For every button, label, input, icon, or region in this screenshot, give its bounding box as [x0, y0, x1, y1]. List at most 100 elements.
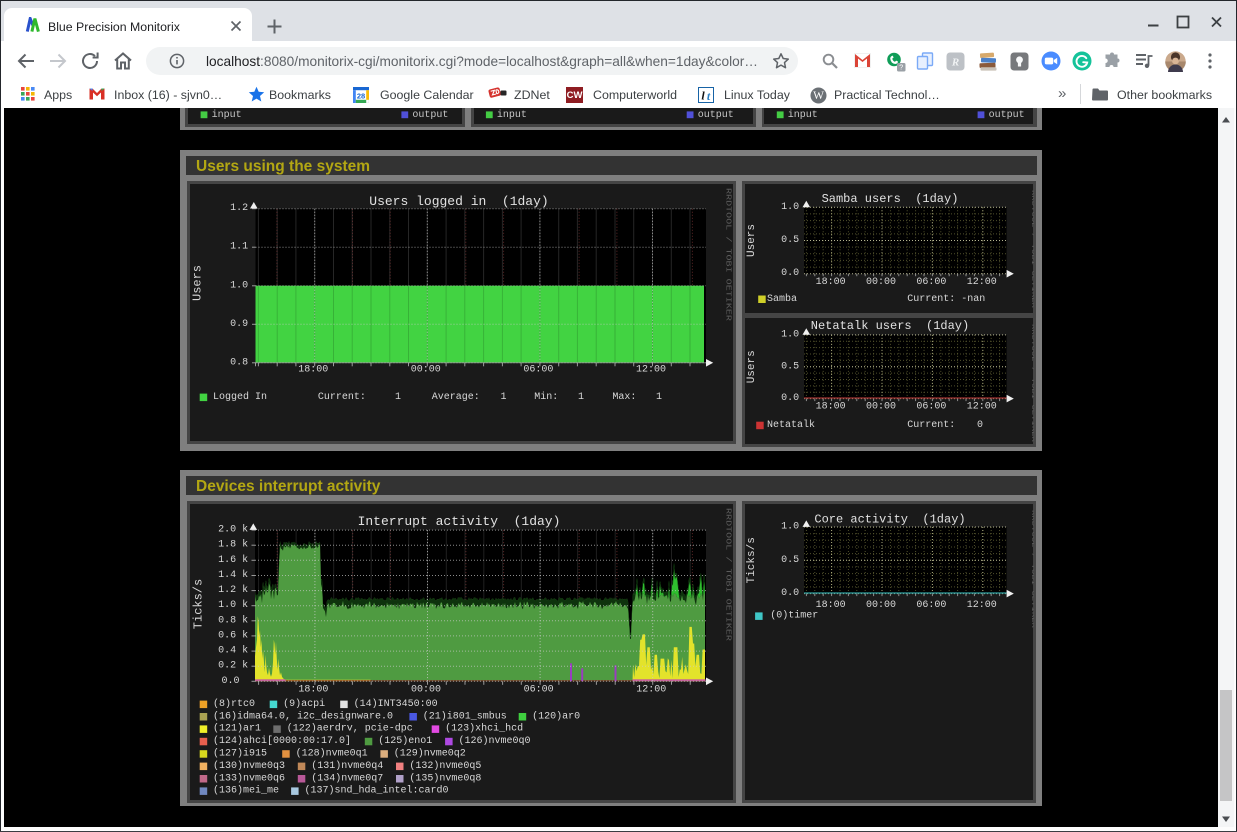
svg-text:Core activity (1day): Core activity (1day)	[815, 512, 966, 526]
svg-text:0.0: 0.0	[781, 588, 799, 599]
svg-text:(137)snd_hda_intel:card0: (137)snd_hda_intel:card0	[304, 784, 448, 796]
svg-text:Min:: Min:	[534, 390, 558, 402]
svg-text:18:00: 18:00	[816, 277, 846, 288]
svg-text:(127)i915: (127)i915	[213, 747, 267, 759]
svg-text:Users: Users	[190, 264, 204, 300]
svg-text:0.5: 0.5	[781, 554, 799, 565]
svg-text:Users: Users	[746, 350, 758, 383]
svg-text:Current:: Current:	[317, 391, 365, 402]
svg-text:18:00: 18:00	[816, 401, 846, 412]
svg-text:06:00: 06:00	[523, 364, 553, 375]
svg-text:(131)nvme0q4: (131)nvme0q4	[311, 759, 383, 771]
svg-text:1: 1	[500, 391, 506, 402]
svg-text:18:00: 18:00	[298, 364, 328, 375]
svg-text:1.0: 1.0	[781, 521, 799, 532]
svg-text:Logged In: Logged In	[213, 390, 267, 402]
svg-text:1.0: 1.0	[230, 280, 248, 291]
svg-text:(124)ahci[0000:00:17.0]: (124)ahci[0000:00:17.0]	[213, 735, 351, 747]
svg-text:Netatalk: Netatalk	[767, 419, 815, 431]
svg-text:12:00: 12:00	[636, 684, 666, 695]
svg-text:1.6 k: 1.6 k	[218, 553, 248, 565]
svg-text:12:00: 12:00	[635, 364, 665, 375]
svg-text:(14)INT3450:00: (14)INT3450:00	[353, 697, 437, 709]
svg-text:00:00: 00:00	[866, 277, 896, 288]
svg-text:(122)aerdrv, pcie-dpc: (122)aerdrv, pcie-dpc	[286, 722, 412, 734]
svg-text:RRDTOOL / TOBI OETIKER: RRDTOOL / TOBI OETIKER	[723, 508, 731, 642]
svg-text:0.8 k: 0.8 k	[218, 614, 248, 626]
svg-text:0.9: 0.9	[230, 318, 248, 329]
svg-text:RRDTOOL / TOBI OETIKER: RRDTOOL / TOBI OETIKER	[1029, 510, 1034, 629]
svg-text:Current: -nan: Current: -nan	[907, 293, 985, 304]
svg-text:0.0: 0.0	[221, 675, 239, 686]
svg-text:(130)nvme0q3: (130)nvme0q3	[213, 759, 285, 771]
svg-text:18:00: 18:00	[816, 599, 846, 610]
svg-text:1: 1	[655, 391, 661, 402]
svg-text:18:00: 18:00	[298, 684, 328, 695]
svg-text:Current:: Current:	[907, 420, 955, 431]
svg-text:0.5: 0.5	[781, 361, 799, 372]
svg-text:(123)xhci_hcd: (123)xhci_hcd	[445, 722, 523, 734]
svg-text:(120)ar0: (120)ar0	[532, 710, 580, 722]
svg-text:1: 1	[577, 391, 583, 402]
svg-text:0.2 k: 0.2 k	[218, 659, 248, 671]
svg-text:06:00: 06:00	[917, 599, 947, 610]
svg-text:1.2: 1.2	[230, 203, 248, 214]
svg-text:06:00: 06:00	[917, 277, 947, 288]
svg-text:00:00: 00:00	[410, 684, 440, 695]
svg-text:(136)mei_me: (136)mei_me	[213, 784, 279, 796]
svg-text:1.8 k: 1.8 k	[218, 538, 248, 550]
svg-text:CW: CW	[567, 90, 583, 101]
svg-text:(121)ar1: (121)ar1	[213, 722, 261, 734]
svg-text:06:00: 06:00	[917, 401, 947, 412]
svg-text:0.4 k: 0.4 k	[218, 644, 248, 656]
svg-text:1: 1	[394, 391, 400, 402]
svg-text:Users: Users	[746, 223, 758, 256]
svg-text:(0)timer: (0)timer	[771, 609, 819, 621]
svg-text:Average:: Average:	[431, 391, 479, 402]
svg-text:(125)eno1: (125)eno1	[378, 735, 432, 747]
svg-text:output: output	[412, 110, 448, 121]
svg-text:(126)nvme0q0: (126)nvme0q0	[458, 735, 530, 747]
svg-text:(128)nvme0q1: (128)nvme0q1	[295, 747, 367, 759]
svg-text:00:00: 00:00	[410, 364, 440, 375]
svg-text:(133)nvme0q6: (133)nvme0q6	[213, 772, 285, 784]
svg-text:input: input	[212, 109, 242, 121]
svg-text:00:00: 00:00	[866, 401, 896, 412]
svg-text:06:00: 06:00	[523, 684, 553, 695]
svg-text:(8)rtc0: (8)rtc0	[213, 697, 255, 709]
svg-text:(132)nvme0q5: (132)nvme0q5	[409, 759, 481, 771]
svg-text:(21)i801_smbus: (21)i801_smbus	[422, 710, 506, 722]
svg-text:0.5: 0.5	[781, 235, 799, 246]
svg-text:0: 0	[977, 420, 983, 431]
svg-text:Users logged in (1day): Users logged in (1day)	[369, 194, 548, 209]
svg-text:1.1: 1.1	[230, 241, 248, 252]
svg-text:28: 28	[357, 91, 365, 100]
svg-text:output: output	[989, 110, 1025, 121]
svg-text:00:00: 00:00	[866, 599, 896, 610]
svg-text:RRDTOOL / TOBI OETIKER: RRDTOOL / TOBI OETIKER	[1029, 190, 1034, 309]
svg-text:0.0: 0.0	[781, 268, 799, 279]
svg-text:1.0: 1.0	[781, 201, 799, 212]
svg-text:(134)nvme0q7: (134)nvme0q7	[311, 772, 383, 784]
svg-text:0.6 k: 0.6 k	[218, 629, 248, 641]
svg-text:(135)nvme0q8: (135)nvme0q8	[409, 772, 481, 784]
svg-text:Samba users (1day): Samba users (1day)	[822, 192, 959, 206]
svg-text:12:00: 12:00	[967, 277, 997, 288]
svg-text:12:00: 12:00	[967, 599, 997, 610]
svg-text:0.0: 0.0	[781, 393, 799, 404]
svg-text:(16)idma64.0, i2c_designware.0: (16)idma64.0, i2c_designware.0	[213, 710, 393, 722]
svg-text:RRDTOOL / TOBI OETIKER: RRDTOOL / TOBI OETIKER	[723, 188, 731, 322]
svg-text:Ticks/s: Ticks/s	[191, 578, 205, 628]
svg-text:W: W	[813, 90, 824, 102]
svg-text:Ticks/s: Ticks/s	[746, 537, 758, 583]
svg-text:12:00: 12:00	[967, 401, 997, 412]
svg-text:(9)acpi: (9)acpi	[283, 697, 325, 709]
svg-text:R: R	[951, 56, 959, 68]
svg-text:output: output	[698, 110, 734, 121]
svg-text:2.0 k: 2.0 k	[218, 523, 248, 535]
svg-text:Interrupt activity (1day): Interrupt activity (1day)	[357, 514, 560, 529]
svg-text:Max:: Max:	[612, 391, 636, 402]
svg-text:1.0: 1.0	[781, 330, 799, 341]
svg-text:RRDTOOL / TOBI OETIKER: RRDTOOL / TOBI OETIKER	[1029, 324, 1034, 443]
svg-text:1.2 k: 1.2 k	[218, 584, 248, 596]
